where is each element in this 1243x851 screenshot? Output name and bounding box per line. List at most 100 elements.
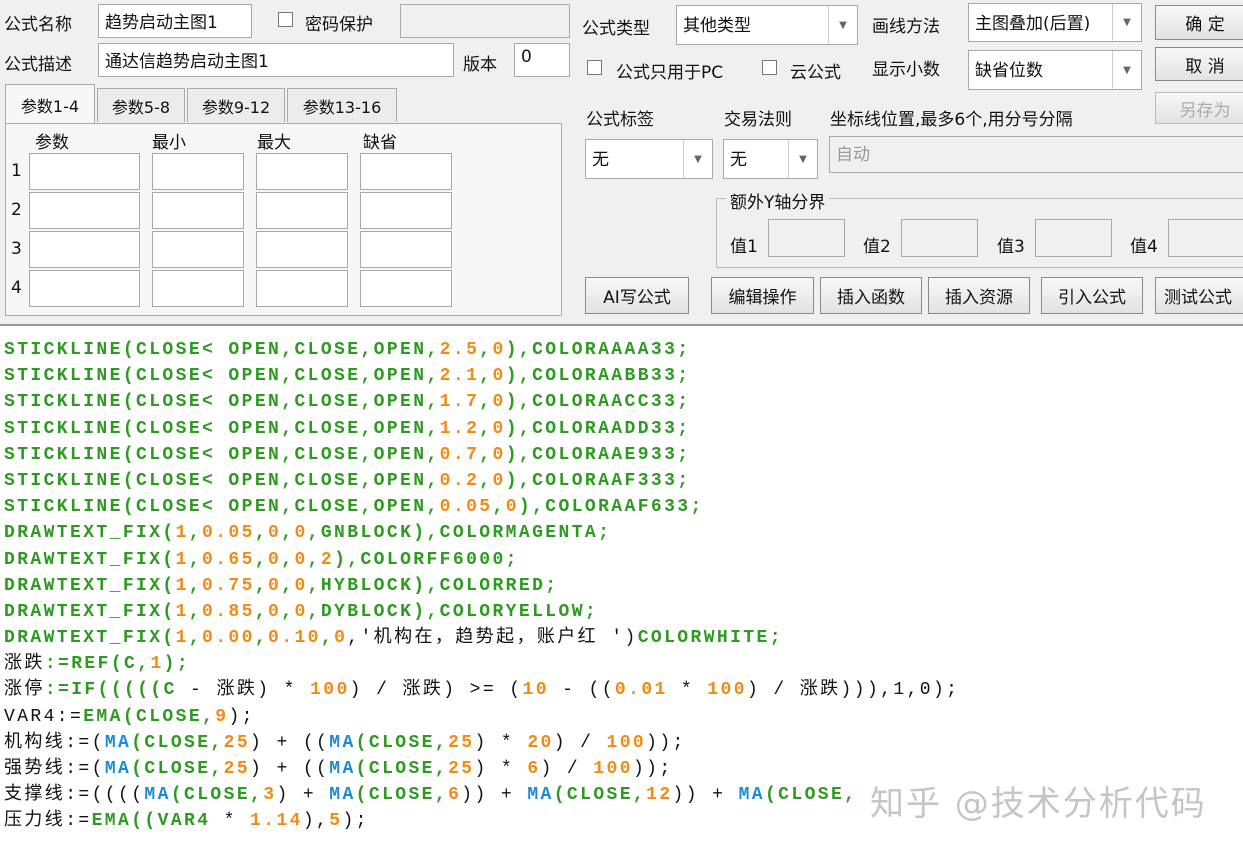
test-formula-button[interactable]: 测试公式 <box>1155 277 1243 314</box>
cancel-button[interactable]: 取 消 <box>1155 47 1243 81</box>
code-editor[interactable]: STICKLINE(CLOSE< OPEN,CLOSE,OPEN,2.5,0),… <box>0 324 1243 851</box>
code-line: DRAWTEXT_FIX(1,0.65,0,0,2),COLORFF6000; <box>4 547 1243 573</box>
code-token: ),COLORAAE933; <box>505 444 691 465</box>
code-token: EMA(CLOSE, <box>83 706 216 727</box>
code-token: 0 <box>492 392 506 413</box>
decimals-label: 显示小数 <box>872 60 940 80</box>
param-header-default: 缺省 <box>363 133 397 153</box>
code-token: 9 <box>215 706 229 727</box>
code-token: , <box>479 444 493 465</box>
save-as-button[interactable]: 另存为 <box>1155 92 1243 124</box>
code-token: ) + <box>276 785 330 806</box>
password-input[interactable] <box>400 4 570 38</box>
code-token: DRAWTEXT_FIX( <box>4 549 176 570</box>
formula-tag-select[interactable]: 无 ▼ <box>585 139 713 179</box>
code-token: MA <box>738 785 765 806</box>
code-token: ),COLORAAF633; <box>518 497 704 518</box>
code-token: , <box>479 340 493 360</box>
param-input[interactable] <box>360 270 452 307</box>
formula-desc-input[interactable]: 通达信趋势启动主图1 <box>98 43 454 77</box>
version-input[interactable]: 0 <box>514 43 570 77</box>
draw-method-select[interactable]: 主图叠加(后置) ▼ <box>968 3 1142 42</box>
ok-button[interactable]: 确 定 <box>1155 5 1243 40</box>
import-formula-button[interactable]: 引入公式 <box>1041 277 1143 314</box>
trade-rule-select[interactable]: 无 ▼ <box>723 139 818 179</box>
password-checkbox[interactable] <box>278 12 293 27</box>
param-row-number: 1 <box>11 161 22 181</box>
code-token: 0 <box>268 575 282 596</box>
code-token: 2.1 <box>439 366 480 387</box>
param-input[interactable] <box>29 231 140 268</box>
trade-rule-label: 交易法则 <box>724 110 792 130</box>
param-input[interactable] <box>256 270 348 307</box>
param-input[interactable] <box>360 192 452 229</box>
formula-tag-label: 公式标签 <box>586 110 654 130</box>
code-token: ,GNBLOCK),COLORMAGENTA; <box>307 523 612 544</box>
tab-params-13-16[interactable]: 参数13-16 <box>287 88 397 122</box>
code-token: (CLOSE, <box>131 732 224 753</box>
tab-params-1-4[interactable]: 参数1-4 <box>5 84 95 124</box>
code-token: ),COLORAACC33; <box>505 392 691 413</box>
code-line: STICKLINE(CLOSE< OPEN,CLOSE,OPEN,2.1,0),… <box>4 363 1243 389</box>
value1-input[interactable] <box>768 219 845 257</box>
code-token: 支撑线:=(((( <box>4 785 145 806</box>
insert-resource-button[interactable]: 插入资源 <box>928 277 1030 314</box>
formula-desc-label: 公式描述 <box>4 55 72 75</box>
axis-lines-input[interactable]: 自动 <box>829 136 1243 173</box>
value4-input[interactable] <box>1168 219 1243 257</box>
tab-params-9-12[interactable]: 参数9-12 <box>187 88 285 122</box>
code-token: 0 <box>334 628 348 649</box>
code-token: 1.14 <box>250 811 303 832</box>
code-token: ,HYBLOCK),COLORRED; <box>307 575 559 596</box>
param-input[interactable] <box>360 231 452 268</box>
param-input[interactable] <box>29 153 140 190</box>
cloud-checkbox[interactable] <box>762 60 777 75</box>
code-token: 12 <box>646 785 673 806</box>
decimals-select[interactable]: 缺省位数 ▼ <box>968 50 1142 90</box>
param-input[interactable] <box>360 153 452 190</box>
value3-input[interactable] <box>1035 219 1112 257</box>
code-token: COLORWHITE; <box>637 628 783 649</box>
param-input[interactable] <box>152 270 244 307</box>
edit-ops-button[interactable]: 编辑操作 <box>711 277 814 314</box>
tab-params-5-8[interactable]: 参数5-8 <box>97 88 185 122</box>
code-token: 3 <box>263 785 277 806</box>
axis-lines-label: 坐标线位置,最多6个,用分号分隔 <box>830 110 1073 130</box>
value2-input[interactable] <box>901 219 978 257</box>
code-token: STICKLINE(CLOSE< OPEN,CLOSE,OPEN, <box>4 444 440 465</box>
ai-write-button[interactable]: AI写公式 <box>585 277 689 314</box>
code-token: , <box>307 549 321 570</box>
code-token: MA <box>104 759 132 779</box>
code-token: 0.01 <box>614 680 668 701</box>
code-line: STICKLINE(CLOSE< OPEN,CLOSE,OPEN,0.2,0),… <box>4 468 1243 494</box>
code-token: 0.05 <box>439 497 493 518</box>
param-input[interactable] <box>256 231 348 268</box>
code-token: 1 <box>175 523 189 544</box>
formula-type-select[interactable]: 其他类型 ▼ <box>676 5 858 45</box>
formula-name-input[interactable]: 趋势启动主图1 <box>98 4 252 38</box>
password-label: 密码保护 <box>305 15 373 35</box>
code-token: * <box>667 680 708 701</box>
code-token: 0 <box>268 601 282 622</box>
param-input[interactable] <box>152 231 244 268</box>
param-input[interactable] <box>29 270 140 307</box>
code-token: DRAWTEXT_FIX( <box>4 575 176 596</box>
pc-only-checkbox[interactable] <box>587 60 602 75</box>
param-input[interactable] <box>256 192 348 229</box>
code-token: 2 <box>320 549 335 570</box>
code-line: VAR4:=EMA(CLOSE,9); <box>4 704 1243 730</box>
code-token: , <box>188 628 203 649</box>
param-row-number: 4 <box>11 278 22 298</box>
insert-function-button[interactable]: 插入函数 <box>820 277 922 314</box>
code-token: 0.00 <box>202 628 255 649</box>
chevron-down-icon: ▼ <box>828 6 857 44</box>
code-token: 0 <box>294 523 308 544</box>
code-token: * <box>210 811 251 832</box>
code-token: 0.85 <box>202 601 255 622</box>
param-input[interactable] <box>256 153 348 190</box>
param-input[interactable] <box>152 192 244 229</box>
code-token: (CLOSE, <box>355 785 449 806</box>
code-token: 100 <box>606 732 647 753</box>
param-input[interactable] <box>152 153 244 190</box>
param-input[interactable] <box>29 192 140 229</box>
